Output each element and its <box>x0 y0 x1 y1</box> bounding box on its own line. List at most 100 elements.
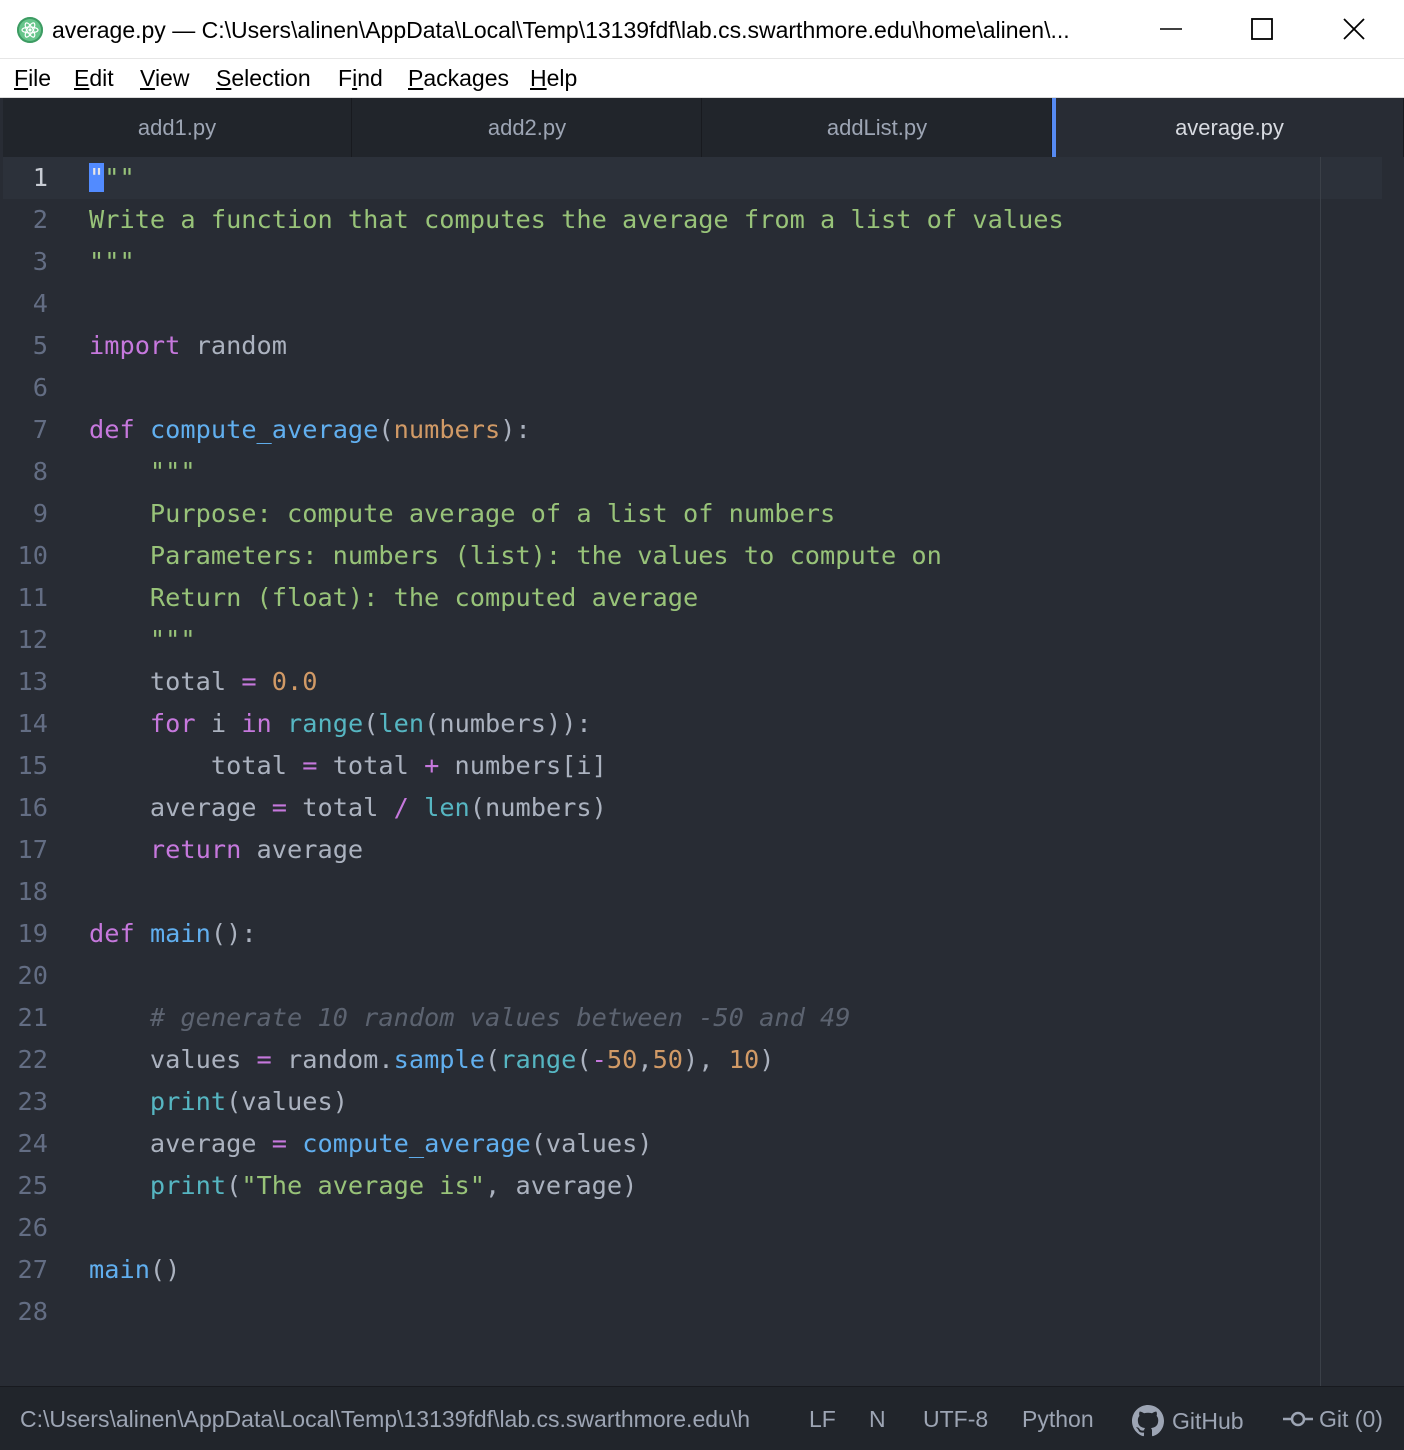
code-editor[interactable]: 1 """ 2 Write a function that computes the … <box>3 157 1404 1386</box>
code-line[interactable]: 26 <box>3 1207 1382 1249</box>
status-bar: C:\Users\alinen\AppData\Local\Temp\13139… <box>0 1386 1404 1450</box>
code-token: 50 <box>606 1045 638 1074</box>
code-line[interactable]: 7 def compute_average(numbers): <box>3 409 1382 451</box>
text-cursor: " <box>89 163 105 192</box>
code-token: numbers <box>393 415 501 444</box>
menu-find[interactable]: Find <box>338 64 383 92</box>
code-line[interactable]: 2 Write a function that computes the aver… <box>3 199 1382 241</box>
code-line[interactable]: 12 """ <box>3 619 1382 661</box>
code-line[interactable]: 19 def main(): <box>3 913 1382 955</box>
menu-file[interactable]: File <box>14 64 51 92</box>
code-token: ( <box>485 1045 501 1074</box>
line-number: 3 <box>32 247 48 276</box>
line-number: 15 <box>17 751 48 780</box>
code-line[interactable]: 24 average = compute_average(values) <box>3 1123 1382 1165</box>
status-file-path[interactable]: C:\Users\alinen\AppData\Local\Temp\13139… <box>20 1405 775 1433</box>
code-line[interactable]: 16 average = total / len(numbers) <box>3 787 1382 829</box>
maximize-button[interactable] <box>1216 0 1308 58</box>
line-number: 17 <box>17 835 48 864</box>
code-token: + <box>424 751 440 780</box>
line-code: import random <box>89 325 287 367</box>
code-line[interactable]: 20 <box>3 955 1382 997</box>
code-token: (values) <box>226 1087 348 1116</box>
code-line[interactable]: 11 Return (float): the computed average <box>3 577 1382 619</box>
code-token: ( <box>378 415 394 444</box>
code-line[interactable]: 3 """ <box>3 241 1382 283</box>
code-line[interactable]: 1 """ <box>3 157 1382 199</box>
line-code: Write a function that computes the avera… <box>89 199 1064 241</box>
code-line[interactable]: 14 for i in range(len(numbers)): <box>3 703 1382 745</box>
code-token: 50 <box>652 1045 684 1074</box>
menu-edit[interactable]: Edit <box>74 64 114 92</box>
line-code: Return (float): the computed average <box>89 577 698 619</box>
code-line[interactable]: 21 # generate 10 random values between -… <box>3 997 1382 1039</box>
code-token: random. <box>271 1045 394 1074</box>
code-token: 10 <box>728 1045 760 1074</box>
code-line[interactable]: 6 <box>3 367 1382 409</box>
code-token: sample <box>393 1045 485 1074</box>
line-number: 14 <box>17 709 48 738</box>
code-token: (values) <box>530 1129 653 1158</box>
close-button[interactable] <box>1308 0 1400 58</box>
line-number: 21 <box>17 1003 48 1032</box>
tab-bar: add1.py add2.py addList.py average.py <box>3 98 1404 157</box>
line-number: 13 <box>17 667 48 696</box>
code-line[interactable]: 4 <box>3 283 1382 325</box>
tab-addlist[interactable]: addList.py <box>703 98 1052 157</box>
line-number: 10 <box>17 541 48 570</box>
tab-add2[interactable]: add2.py <box>353 98 702 157</box>
line-code: """ <box>89 157 135 199</box>
line-number: 27 <box>17 1255 48 1284</box>
code-token: def <box>89 919 135 948</box>
status-git-button[interactable]: Git (0) <box>1283 1405 1383 1433</box>
code-token: total <box>317 751 425 780</box>
status-grammar[interactable]: Python <box>1022 1405 1094 1433</box>
code-line[interactable]: 5 import random <box>3 325 1382 367</box>
code-token: , average) <box>485 1171 638 1200</box>
code-line[interactable]: 17 return average <box>3 829 1382 871</box>
line-code: average = compute_average(values) <box>89 1123 653 1165</box>
code-token: (): <box>210 919 257 948</box>
tab-average[interactable]: average.py <box>1052 98 1404 157</box>
close-icon <box>1343 18 1365 40</box>
menu-packages[interactable]: Packages <box>408 64 509 92</box>
code-line[interactable]: 25 print("The average is", average) <box>3 1165 1382 1207</box>
minimize-button[interactable] <box>1125 0 1217 58</box>
code-line[interactable]: 22 values = random.sample(range(-50,50),… <box>3 1039 1382 1081</box>
code-line[interactable]: 28 <box>3 1291 1382 1333</box>
code-line[interactable]: 23 print(values) <box>3 1081 1382 1123</box>
code-token: average <box>89 1129 272 1158</box>
menu-help[interactable]: Help <box>530 64 577 92</box>
line-code: Purpose: compute average of a list of nu… <box>89 493 835 535</box>
code-token: len <box>424 793 470 822</box>
status-encoding[interactable]: UTF-8 <box>923 1405 988 1433</box>
code-line[interactable]: 27 main() <box>3 1249 1382 1291</box>
code-line[interactable]: 9 Purpose: compute average of a list of … <box>3 493 1382 535</box>
status-indent[interactable]: N <box>869 1405 886 1433</box>
status-github-button[interactable]: GitHub <box>1132 1405 1244 1437</box>
line-number: 6 <box>32 373 48 402</box>
line-number: 25 <box>17 1171 48 1200</box>
line-number: 26 <box>17 1213 48 1242</box>
menu-view[interactable]: View <box>140 64 189 92</box>
code-token: = <box>271 1129 287 1158</box>
menu-selection[interactable]: Selection <box>216 64 311 92</box>
status-github-label: GitHub <box>1172 1408 1244 1434</box>
code-token: (numbers) <box>469 793 607 822</box>
line-code: print("The average is", average) <box>89 1165 637 1207</box>
tab-add1[interactable]: add1.py <box>3 98 352 157</box>
code-line[interactable]: 10 Parameters: numbers (list): the value… <box>3 535 1382 577</box>
code-line[interactable]: 18 <box>3 871 1382 913</box>
code-line[interactable]: 8 """ <box>3 451 1382 493</box>
status-line-ending[interactable]: LF <box>809 1405 836 1433</box>
line-code: return average <box>89 829 363 871</box>
code-line[interactable]: 15 total = total + numbers[i] <box>3 745 1382 787</box>
code-line[interactable]: 13 total = 0.0 <box>3 661 1382 703</box>
code-token: (numbers)): <box>424 709 592 738</box>
